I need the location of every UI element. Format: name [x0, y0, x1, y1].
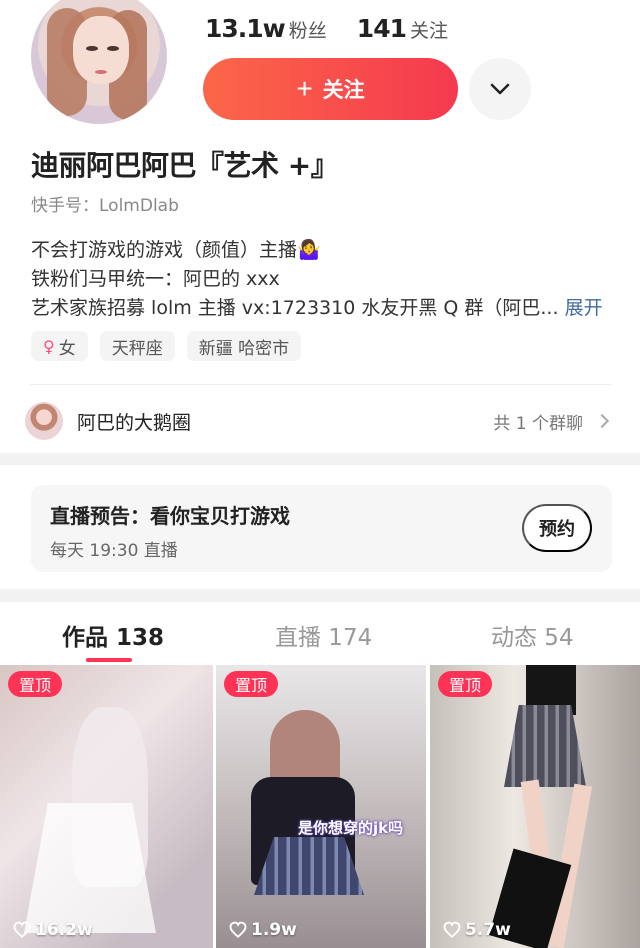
video-thumbnail-skirt [504, 705, 586, 787]
bio-expand-link[interactable]: 展开 [565, 297, 603, 319]
live-preview-section: 直播预告：看你宝贝打游戏 每天 19:30 直播 预约 [0, 465, 640, 589]
group-avatar [25, 402, 63, 440]
profile-tabs: 作品 138 直播 174 动态 54 [0, 602, 640, 662]
profile-bio: 不会打游戏的游戏（颜值）主播🤷‍♀️ 铁粉们马甲统一：阿巴的 xxx 艺术家族招… [31, 236, 621, 323]
profile-name: 迪丽阿巴阿巴『艺术 +』 [31, 149, 339, 182]
tab-works[interactable]: 作品 138 [62, 618, 164, 652]
video-likes: 16.2w [13, 920, 93, 940]
video-card[interactable]: 置顶 5.7w [430, 665, 640, 948]
active-tab-indicator [86, 658, 132, 662]
followers-count[interactable]: 13.1w [205, 14, 286, 43]
followers-label[interactable]: 粉丝 [289, 16, 327, 43]
female-icon: ♀ [43, 336, 55, 356]
pinned-badge: 置顶 [224, 671, 279, 697]
group-count: 共 1 个群聊 [493, 413, 583, 434]
avatar-left-eye [86, 46, 98, 51]
bio-line: 铁粉们马甲统一：阿巴的 xxx [31, 268, 280, 290]
reserve-button[interactable]: 预约 [522, 504, 592, 552]
group-name: 阿巴的大鹅圈 [77, 411, 192, 434]
kuaishou-id[interactable]: 快手号：LolmDlab [31, 191, 179, 216]
video-likes: 5.7w [443, 920, 511, 940]
chevron-down-icon [490, 83, 510, 95]
plus-icon: + [296, 73, 313, 104]
follow-button-label: 关注 [322, 79, 365, 102]
tab-live[interactable]: 直播 174 [275, 618, 372, 652]
tab-moments[interactable]: 动态 54 [491, 618, 574, 652]
location-tag: 新疆 哈密市 [186, 331, 302, 361]
more-options-button[interactable] [469, 58, 531, 120]
live-preview-title: 直播预告：看你宝贝打游戏 [50, 504, 290, 528]
video-likes-count: 5.7w [465, 920, 511, 940]
avatar-right-eye [107, 46, 119, 51]
profile-header: 13.1w 粉丝 141 关注 + 关注 迪丽阿巴阿巴『艺术 +』 快手号：Lo… [0, 0, 640, 453]
video-likes-count: 16.2w [35, 920, 93, 940]
video-overlay-text: 是你想穿的jk吗 [298, 819, 404, 837]
section-divider [30, 384, 612, 385]
bio-line: 不会打游戏的游戏（颜值）主播🤷‍♀️ [31, 239, 321, 261]
live-preview-card[interactable]: 直播预告：看你宝贝打游戏 每天 19:30 直播 预约 [31, 485, 612, 572]
following-label[interactable]: 关注 [410, 16, 448, 43]
gender-tag-label: 女 [58, 338, 76, 359]
gender-tag: ♀ 女 [31, 331, 88, 361]
pinned-badge: 置顶 [8, 671, 63, 697]
content-section: 作品 138 直播 174 动态 54 置顶 16.2w 置顶 是你想穿的jk吗… [0, 602, 640, 948]
heart-icon [229, 921, 247, 939]
pinned-badge: 置顶 [438, 671, 493, 697]
bio-line-text: 艺术家族招募 lolm 主播 vx:1723310 水友开黑 Q 群（阿巴... [31, 297, 559, 319]
profile-avatar[interactable] [31, 0, 167, 124]
zodiac-tag: 天秤座 [99, 331, 175, 361]
profile-tags: ♀ 女 天秤座 新疆 哈密市 [31, 331, 302, 361]
video-likes-count: 1.9w [251, 920, 297, 940]
chevron-right-icon [594, 413, 610, 429]
group-chat-entry[interactable]: 阿巴的大鹅圈 共 1 个群聊 [25, 400, 615, 442]
following-count[interactable]: 141 [357, 14, 407, 43]
live-preview-time: 每天 19:30 直播 [50, 541, 178, 561]
heart-icon [443, 921, 461, 939]
follow-button[interactable]: + 关注 [203, 58, 458, 120]
heart-icon [13, 921, 31, 939]
bio-line: 艺术家族招募 lolm 主播 vx:1723310 水友开黑 Q 群（阿巴...… [31, 294, 621, 323]
video-likes: 1.9w [229, 920, 297, 940]
profile-stats: 13.1w 粉丝 141 关注 [205, 14, 478, 48]
video-card[interactable]: 置顶 16.2w [0, 665, 213, 948]
video-card[interactable]: 置顶 是你想穿的jk吗 1.9w [216, 665, 426, 948]
avatar-lips [95, 70, 107, 74]
